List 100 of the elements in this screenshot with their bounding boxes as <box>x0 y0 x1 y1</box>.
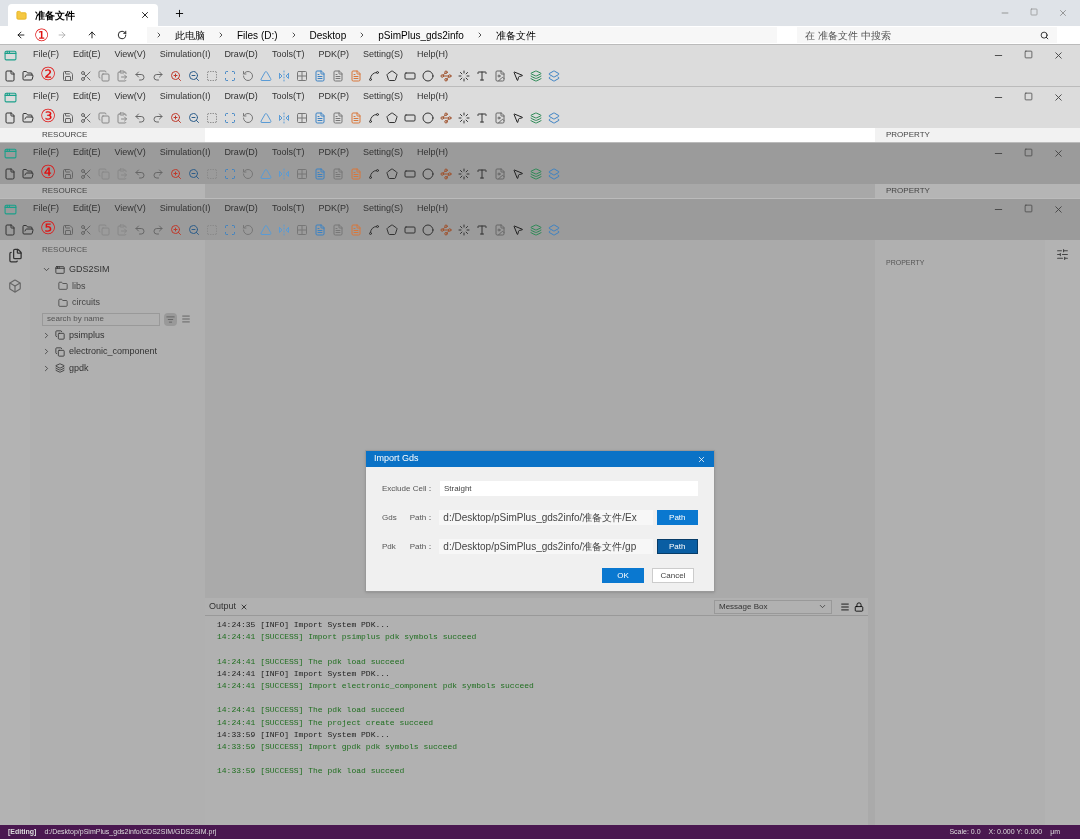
ok-button[interactable]: OK <box>602 568 644 583</box>
menu-item[interactable]: PDK(P) <box>318 146 349 160</box>
layer-icon[interactable] <box>530 69 542 82</box>
path-button[interactable]: Path <box>656 539 698 554</box>
chevron-right-icon[interactable] <box>42 347 51 357</box>
file-icon[interactable] <box>4 167 16 180</box>
menu-item[interactable]: Draw(D) <box>224 146 258 160</box>
rectangle-icon[interactable] <box>404 223 416 236</box>
menu-item[interactable]: PDK(P) <box>318 90 349 104</box>
zoom-out-icon[interactable] <box>188 111 200 124</box>
breadcrumb-item[interactable]: 准备文件 <box>495 27 536 43</box>
file-icon[interactable] <box>4 223 16 236</box>
message-dropdown[interactable]: Message Box <box>714 599 832 614</box>
tree-item[interactable]: electronic_component <box>69 345 158 359</box>
rectangle-icon[interactable] <box>404 69 416 82</box>
scissors-icon[interactable] <box>80 69 92 82</box>
text-icon[interactable] <box>476 167 488 180</box>
zoom-in-icon[interactable] <box>170 111 182 124</box>
text-doc-icon[interactable] <box>314 111 326 124</box>
menu-item[interactable]: Edit(E) <box>73 90 101 104</box>
lock-icon[interactable] <box>854 601 864 612</box>
output-tab[interactable]: Output <box>209 599 237 614</box>
menu-item[interactable]: Edit(E) <box>73 146 101 160</box>
zoom-out-icon[interactable] <box>188 69 200 82</box>
layer-icon[interactable] <box>548 111 560 124</box>
menu-item[interactable]: View(V) <box>114 202 146 216</box>
text-doc-icon[interactable] <box>332 167 344 180</box>
maximize-icon[interactable] <box>1024 147 1033 157</box>
flip-icon[interactable] <box>278 111 290 124</box>
image-file-icon[interactable] <box>494 167 506 180</box>
menu-item[interactable]: PDK(P) <box>318 202 349 216</box>
breadcrumb-item[interactable]: 此电脑 <box>175 27 205 43</box>
up-icon[interactable] <box>87 30 97 40</box>
scissors-icon[interactable] <box>80 111 92 124</box>
close-icon[interactable] <box>140 10 150 20</box>
ellipse-icon[interactable] <box>422 69 434 82</box>
undo-icon[interactable] <box>134 111 146 124</box>
cancel-button[interactable]: Cancel <box>652 568 694 583</box>
layer-icon[interactable] <box>530 223 542 236</box>
menu-item[interactable]: Edit(E) <box>73 48 101 62</box>
menu-item[interactable]: File(F) <box>33 146 59 160</box>
image-file-icon[interactable] <box>494 69 506 82</box>
curve-icon[interactable] <box>368 69 380 82</box>
undo-icon[interactable] <box>134 167 146 180</box>
menu-item[interactable]: Edit(E) <box>73 202 101 216</box>
save-icon[interactable] <box>62 167 74 180</box>
menu-item[interactable]: Draw(D) <box>224 90 258 104</box>
file-icon[interactable] <box>4 69 16 82</box>
undo-icon[interactable] <box>134 223 146 236</box>
grid-icon[interactable] <box>296 223 308 236</box>
menu-item[interactable]: Simulation(I) <box>159 48 211 62</box>
menu-item[interactable]: Tools(T) <box>271 202 305 216</box>
text-icon[interactable] <box>476 223 488 236</box>
zoom-in-icon[interactable] <box>170 167 182 180</box>
paste-icon[interactable] <box>116 69 128 82</box>
tree-item[interactable]: psimplus <box>69 328 105 342</box>
rotate-icon[interactable] <box>242 223 254 236</box>
layer-icon[interactable] <box>548 69 560 82</box>
rectangle-icon[interactable] <box>404 167 416 180</box>
ellipse-icon[interactable] <box>422 111 434 124</box>
flip-icon[interactable] <box>278 69 290 82</box>
menu-item[interactable]: Help(H) <box>416 48 448 62</box>
folder-icon[interactable] <box>22 223 34 236</box>
grid-icon[interactable] <box>296 167 308 180</box>
zoom-out-icon[interactable] <box>188 223 200 236</box>
redo-icon[interactable] <box>152 167 164 180</box>
path-input[interactable]: d:/Desktop/pSimPlus_gds2info/准备文件/Ex <box>439 510 653 525</box>
maximize-icon[interactable] <box>1024 203 1033 213</box>
curve-icon[interactable] <box>368 167 380 180</box>
breadcrumb-item[interactable]: pSimPlus_gds2info <box>378 27 464 43</box>
redo-icon[interactable] <box>152 223 164 236</box>
tree-item[interactable]: GDS2SIM <box>69 263 110 277</box>
dashed-square-icon[interactable] <box>206 69 218 82</box>
save-icon[interactable] <box>62 69 74 82</box>
refresh-icon[interactable] <box>117 30 127 40</box>
curve-icon[interactable] <box>368 111 380 124</box>
undo-icon[interactable] <box>134 69 146 82</box>
menu-item[interactable]: Setting(S) <box>362 48 403 62</box>
files-icon[interactable] <box>7 248 23 263</box>
address-bar[interactable]: 此电脑 Files (D:) Desktop pSimPlus_gds2info 准备文件 <box>147 27 777 43</box>
crop-frame-icon[interactable] <box>224 69 236 82</box>
text-doc-icon[interactable] <box>332 69 344 82</box>
menu-item[interactable]: Tools(T) <box>271 90 305 104</box>
maximize-icon[interactable] <box>1030 8 1038 16</box>
pentagon-icon[interactable] <box>386 111 398 124</box>
menu-item[interactable]: View(V) <box>114 48 146 62</box>
text-icon[interactable] <box>476 111 488 124</box>
text-doc-icon[interactable] <box>314 69 326 82</box>
menu-item[interactable]: File(F) <box>33 48 59 62</box>
copy-icon[interactable] <box>98 69 110 82</box>
forward-icon[interactable] <box>57 30 67 40</box>
text-input[interactable]: Straight <box>440 481 698 496</box>
breadcrumb-item[interactable]: Desktop <box>309 27 347 43</box>
copy-icon[interactable] <box>98 111 110 124</box>
text-doc-icon[interactable] <box>332 223 344 236</box>
breadcrumb-item[interactable]: Files (D:) <box>237 27 278 43</box>
folder-icon[interactable] <box>22 69 34 82</box>
folder-icon[interactable] <box>22 167 34 180</box>
properties-icon[interactable] <box>1056 248 1069 261</box>
save-icon[interactable] <box>62 223 74 236</box>
